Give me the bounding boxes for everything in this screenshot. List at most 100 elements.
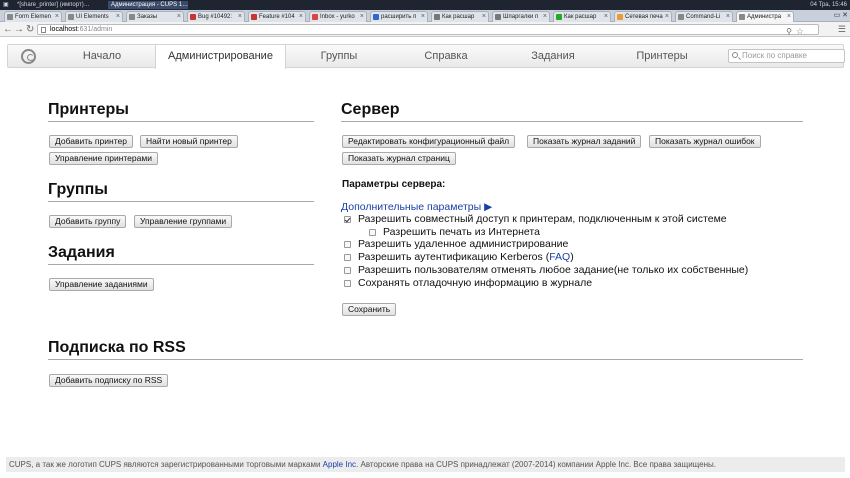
view-page-log-button[interactable]: Показать журнал страниц: [342, 152, 456, 165]
internet-printing-checkbox[interactable]: [369, 229, 376, 236]
close-icon[interactable]: ×: [177, 12, 181, 22]
nav-administration[interactable]: Администрирование: [155, 45, 286, 69]
tab-label: Command-Li: [686, 14, 721, 20]
back-arrow-icon[interactable]: ←: [3, 23, 13, 36]
browser-tab-bar: Form Elemen × UI Elements × Заказы × Bug #1…: [0, 10, 850, 22]
forward-arrow-icon[interactable]: →: [14, 23, 24, 36]
star-icon[interactable]: ☆: [796, 26, 804, 36]
cups-logo-icon[interactable]: [21, 49, 36, 64]
tab-label: Сетевая печа: [625, 14, 663, 20]
tab-favicon-icon: [190, 14, 196, 20]
add-rss-button[interactable]: Добавить подписку по RSS: [49, 374, 169, 387]
start-menu-icon[interactable]: ▣: [0, 1, 10, 9]
nav-home[interactable]: Начало: [56, 45, 148, 68]
nav-printers[interactable]: Принтеры: [616, 45, 708, 68]
browser-tab[interactable]: Form Elemen ×: [4, 11, 62, 22]
remote-admin-label: Разрешить удаленное администрирование: [358, 238, 569, 250]
close-icon[interactable]: ×: [604, 12, 608, 22]
close-icon[interactable]: ×: [665, 12, 669, 22]
close-icon[interactable]: ×: [726, 12, 730, 22]
close-icon[interactable]: ×: [421, 12, 425, 22]
close-icon[interactable]: ×: [787, 12, 791, 22]
reload-icon[interactable]: ↻: [26, 23, 34, 36]
close-icon[interactable]: ×: [360, 12, 364, 22]
tab-favicon-icon: [373, 14, 379, 20]
add-printer-button[interactable]: Добавить принтер: [49, 135, 133, 148]
search-placeholder: Поиск по справке: [742, 51, 807, 60]
tab-label: Администра: [747, 14, 782, 20]
nav-help[interactable]: Справка: [400, 45, 492, 68]
browser-tab[interactable]: Command-Li ×: [675, 11, 733, 22]
footer-text-end: . Авторские права на CUPS принадлежат (2…: [356, 460, 717, 469]
taskbar-item[interactable]: *[share_printer] (импорт)…: [14, 1, 104, 9]
close-icon[interactable]: ×: [299, 12, 303, 22]
browser-tab[interactable]: Как расшар ×: [431, 11, 489, 22]
section-title-jobs: Задания: [48, 244, 314, 265]
tab-favicon-icon: [495, 14, 501, 20]
save-button[interactable]: Сохранить: [342, 303, 397, 316]
browser-tab[interactable]: Feature #104 ×: [248, 11, 306, 22]
tab-label: Как расшар: [564, 14, 597, 20]
kerberos-label: Разрешить аутентификацию Kerberos (FAQ): [358, 251, 574, 263]
close-icon[interactable]: ×: [55, 12, 59, 22]
browser-tab[interactable]: Как расшар ×: [553, 11, 611, 22]
tab-label: Inbox - yurko: [320, 14, 355, 20]
tab-favicon-icon: [739, 14, 745, 20]
browser-tab[interactable]: Inbox - yurko ×: [309, 11, 367, 22]
page-footer: CUPS, а так же логотип CUPS являются зар…: [6, 457, 845, 472]
search-input[interactable]: Поиск по справке: [728, 49, 845, 63]
close-icon[interactable]: ×: [543, 12, 547, 22]
tab-favicon-icon: [556, 14, 562, 20]
nav-jobs[interactable]: Задания: [507, 45, 599, 68]
footer-text: CUPS, а так же логотип CUPS являются зар…: [9, 460, 323, 469]
url-path: :631/admin: [77, 26, 113, 33]
view-error-log-button[interactable]: Показать журнал ошибок: [649, 135, 761, 148]
tab-label: Bug #10492:: [198, 14, 233, 20]
faq-link[interactable]: FAQ: [549, 251, 570, 263]
browser-tab[interactable]: Заказы ×: [126, 11, 184, 22]
nav-groups[interactable]: Группы: [293, 45, 385, 68]
remote-admin-checkbox[interactable]: [344, 241, 351, 248]
advanced-settings-link[interactable]: Дополнительные параметры ▶: [341, 201, 492, 213]
window-controls[interactable]: ▭ ✕: [834, 11, 848, 19]
cancel-any-job-checkbox[interactable]: [344, 267, 351, 274]
manage-groups-button[interactable]: Управление группами: [134, 215, 233, 228]
section-title-printers: Принтеры: [48, 101, 314, 122]
tab-label: Шпаргалки п: [503, 14, 539, 20]
zoom-icon[interactable]: ⚲: [786, 27, 792, 37]
url-input[interactable]: localhost:631/admin ⚲ ☆: [37, 24, 819, 37]
apple-link[interactable]: Apple Inc: [323, 460, 356, 469]
menu-icon[interactable]: ☰: [838, 23, 846, 36]
debug-log-checkbox[interactable]: [344, 280, 351, 287]
browser-tab[interactable]: расширить п ×: [370, 11, 428, 22]
browser-tab-active[interactable]: Администра ×: [736, 11, 794, 22]
tab-favicon-icon: [251, 14, 257, 20]
close-icon[interactable]: ×: [116, 12, 120, 22]
cancel-any-job-label: Разрешить пользователям отменять любое з…: [358, 264, 749, 276]
tab-label: UI Elements: [76, 14, 109, 20]
tab-favicon-icon: [434, 14, 440, 20]
close-icon[interactable]: ×: [482, 12, 486, 22]
add-group-button[interactable]: Добавить группу: [49, 215, 127, 228]
kerberos-checkbox[interactable]: [344, 254, 351, 261]
address-bar: ← → ↻ localhost:631/admin ⚲ ☆ ☰: [0, 22, 850, 37]
tab-label: Feature #104: [259, 14, 295, 20]
kerberos-label-close: ): [570, 251, 574, 263]
share-printers-checkbox[interactable]: [344, 216, 351, 223]
taskbar-item-active[interactable]: Администрация - CUPS 1…: [108, 1, 188, 9]
close-icon[interactable]: ×: [238, 12, 242, 22]
browser-tab[interactable]: Bug #10492: ×: [187, 11, 245, 22]
browser-tab[interactable]: Шпаргалки п ×: [492, 11, 550, 22]
browser-tab[interactable]: UI Elements ×: [65, 11, 123, 22]
server-settings-label: Параметры сервера:: [342, 179, 446, 190]
tab-favicon-icon: [68, 14, 74, 20]
browser-tab[interactable]: Сетевая печа ×: [614, 11, 672, 22]
debug-log-label: Сохранять отладочную информацию в журнал…: [358, 277, 593, 289]
internet-printing-label: Разрешить печать из Интернета: [383, 226, 540, 238]
kerberos-label-text: Разрешить аутентификацию Kerberos (: [358, 251, 550, 263]
manage-printers-button[interactable]: Управление принтерами: [49, 152, 158, 165]
view-jobs-log-button[interactable]: Показать журнал заданий: [527, 135, 642, 148]
find-new-printer-button[interactable]: Найти новый принтер: [140, 135, 238, 148]
manage-jobs-button[interactable]: Управление заданиями: [49, 278, 154, 291]
edit-config-button[interactable]: Редактировать конфигурационный файл: [342, 135, 516, 148]
